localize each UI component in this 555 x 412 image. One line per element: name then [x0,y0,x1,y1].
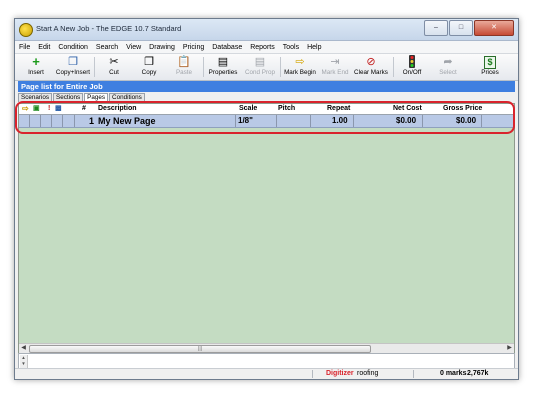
maximize-button[interactable]: □ [449,20,473,36]
plus-icon: + [32,54,40,69]
horizontal-scrollbar[interactable]: ◀ ||| ▶ [19,343,514,353]
scroll-left-icon[interactable]: ◀ [19,344,28,353]
title-bar: Start A New Job - The EDGE 10.7 Standard… [15,19,518,41]
cut-button[interactable]: ✂ Cut [99,55,129,79]
copy-button[interactable]: ❐ Copy [133,55,165,79]
current-condition: roofing [357,370,379,377]
menu-reports[interactable]: Reports [246,44,279,51]
scrollbar-thumb[interactable]: ||| [29,345,371,353]
arrow-right-icon: ⇨ [295,56,305,68]
scissors-icon: ✂ [109,56,119,68]
status-bar: Digitizer roofing 0 marks 2,767k [15,368,518,379]
page-grid: ⇨ ▣ ! ▩ # Description Scale Pitch Repeat… [18,103,515,354]
dollar-icon: $ [484,55,496,69]
marks-count: 0 marks [440,370,467,377]
traffic-light-icon [409,55,415,69]
memory-usage: 2,767k [467,370,489,377]
window-controls: – □ ✕ [423,20,514,36]
copy-insert-icon: ❐ [68,56,78,68]
menu-database[interactable]: Database [208,44,246,51]
highlight-outline [15,101,515,134]
copy-insert-button[interactable]: ❐ Copy+Insert [55,55,91,79]
minimize-button[interactable]: – [424,20,448,36]
on-off-button[interactable]: On/Off [397,55,427,79]
status-separator [413,370,414,378]
prices-button[interactable]: $ Prices [477,55,503,79]
select-button[interactable]: ➦ Select [433,55,463,79]
menu-edit[interactable]: Edit [34,44,54,51]
menu-search[interactable]: Search [92,44,122,51]
toolbar-separator [393,57,394,77]
condition-properties-icon: ▤ [254,56,266,68]
properties-button[interactable]: ▤ Properties [206,55,240,79]
window-title: Start A New Job - The EDGE 10.7 Standard [36,24,182,33]
status-separator [312,370,313,378]
menu-pricing[interactable]: Pricing [179,44,208,51]
digitizer-status: Digitizer [326,370,354,377]
toolbar-separator [94,57,95,77]
menu-help[interactable]: Help [303,44,325,51]
cond-prop-button[interactable]: ▤ Cond Prop [243,55,277,79]
menu-bar: File Edit Condition Search View Drawing … [15,41,518,53]
clipboard-icon: 📋 [177,56,191,68]
app-window: Start A New Job - The EDGE 10.7 Standard… [14,18,519,380]
menu-drawing[interactable]: Drawing [145,44,179,51]
close-button[interactable]: ✕ [474,20,514,36]
scroll-right-icon[interactable]: ▶ [505,344,514,353]
toolbar: + Insert ❐ Copy+Insert ✂ Cut ❐ Copy 📋 Pa… [15,53,518,81]
menu-file[interactable]: File [15,44,34,51]
paste-button[interactable]: 📋 Paste [169,55,199,79]
toolbar-separator [280,57,281,77]
select-arrow-icon: ➦ [443,56,453,68]
menu-view[interactable]: View [122,44,145,51]
panel-title: Page list for Entire Job [18,81,515,92]
clear-marks-icon: ⊘ [366,56,376,68]
clear-marks-button[interactable]: ⊘ Clear Marks [353,55,389,79]
menu-tools[interactable]: Tools [279,44,303,51]
properties-icon: ▤ [217,56,229,68]
mark-begin-button[interactable]: ⇨ Mark Begin [283,55,317,79]
app-logo-icon [19,23,33,37]
vertical-scrollbar[interactable]: ▲ ▼ [20,355,28,368]
insert-button[interactable]: + Insert [21,55,51,79]
toolbar-separator [203,57,204,77]
mark-end-icon: ⇥ [330,56,340,68]
mark-end-button[interactable]: ⇥ Mark End [319,55,351,79]
copy-icon: ❐ [144,56,154,68]
menu-condition[interactable]: Condition [54,44,92,51]
